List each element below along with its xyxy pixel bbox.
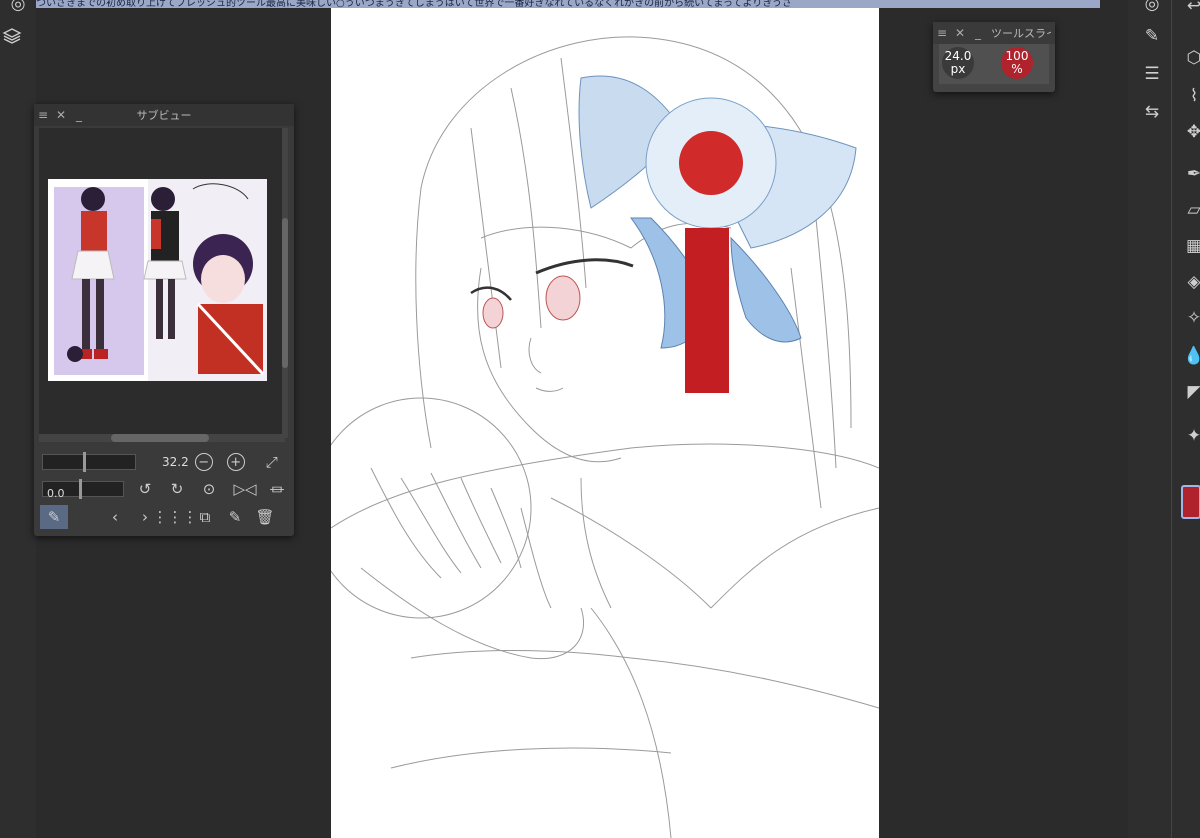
eyedropper-button[interactable]: ✎ <box>40 505 68 529</box>
eraser-icon[interactable]: ▱ <box>1182 198 1200 222</box>
star-icon[interactable]: ✦ <box>1182 424 1200 448</box>
opacity-button[interactable]: 100 % <box>1001 47 1033 79</box>
flip-horizontal-button[interactable]: ▷◁ <box>233 478 257 500</box>
move-icon[interactable]: ✥ <box>1182 120 1200 144</box>
reference-image <box>48 179 267 381</box>
edit-image-button[interactable]: ✎ <box>224 506 246 528</box>
brush-settings-icon[interactable]: ✎ <box>1140 24 1164 48</box>
fill-icon[interactable]: ◈ <box>1182 270 1200 294</box>
cube-icon[interactable]: ⬡ <box>1182 46 1200 70</box>
panel-menu-icon[interactable]: ≡ <box>933 26 951 40</box>
tool-slider-panel[interactable]: ≡ ✕ _ ツールスライ 24.0 px 100 % <box>933 22 1055 92</box>
subview-header[interactable]: ≡ ✕ _ サブビュー <box>34 104 294 126</box>
zoom-out-button[interactable]: − <box>193 451 215 473</box>
swap-arrows-icon[interactable]: ⇆ <box>1140 100 1164 124</box>
sparkle-icon[interactable]: ✧ <box>1182 306 1200 330</box>
subview-image-area[interactable] <box>39 128 285 438</box>
toolbar-divider <box>1171 0 1172 838</box>
sketch-artwork <box>331 36 879 838</box>
brush-size-button[interactable]: 24.0 px <box>942 47 974 79</box>
reset-rotation-button[interactable]: ⊙ <box>198 478 220 500</box>
brush-size-unit: px <box>950 62 966 76</box>
reset-rotation-icon: ⊙ <box>202 480 216 498</box>
gradient-icon[interactable]: ▦ <box>1182 234 1200 258</box>
rotate-left-icon: ↺ <box>138 480 152 498</box>
zoom-value[interactable]: 32.2 <box>162 455 189 469</box>
zoom-slider[interactable] <box>42 452 136 472</box>
image-list-button[interactable]: ⋮⋮⋮ <box>153 506 198 528</box>
layers-icon[interactable] <box>0 24 24 48</box>
tool-slider-header[interactable]: ≡ ✕ _ ツールスライ <box>933 22 1055 44</box>
plus-icon: + <box>226 453 245 471</box>
grid-icon: ⋮⋮⋮ <box>152 508 198 526</box>
subview-actions-row: ✎ ‹ › ⋮⋮⋮ ⧉ ✎ 🗑 <box>40 505 276 529</box>
previous-image-button[interactable]: ‹ <box>104 506 126 528</box>
pen-icon[interactable]: ✒ <box>1182 162 1200 186</box>
adjust-sliders-icon[interactable]: ☰ <box>1140 62 1164 86</box>
lasso-icon[interactable]: ⌇ <box>1182 84 1200 108</box>
eyedropper-icon: ✎ <box>47 508 61 526</box>
undo-icon[interactable]: ↩ <box>1182 0 1200 18</box>
triangle-icon[interactable]: ◤ <box>1182 380 1200 404</box>
blend-icon[interactable]: 💧 <box>1182 344 1200 368</box>
delete-image-button[interactable]: 🗑 <box>254 506 276 528</box>
fit-icon: ⤢ <box>265 453 278 471</box>
chevron-left-icon: ‹ <box>112 508 118 526</box>
edit-icon: ✎ <box>228 508 242 526</box>
zoom-in-button[interactable]: + <box>225 451 247 473</box>
chevron-right-icon: › <box>142 508 148 526</box>
flip-horizontal-icon: ▷◁ <box>233 480 257 498</box>
trash-icon: 🗑 <box>255 508 275 526</box>
flip-vertical-icon: ⏛ <box>269 480 285 499</box>
minimize-icon[interactable]: _ <box>969 26 987 40</box>
rotate-value: 0.0 <box>47 487 65 500</box>
rotate-slider[interactable]: 0.0 <box>42 479 124 500</box>
close-icon[interactable]: ✕ <box>52 108 70 122</box>
layer-icon[interactable]: ◎ <box>1140 0 1164 16</box>
notification-banner: ついさきまでの初め取り上げてブレッシュ的ツール最高に美味しい○ういつまうきてしま… <box>36 0 1100 8</box>
subview-panel[interactable]: ≡ ✕ _ サブビュー 32.2 − + ⤢ 0.0 ↺ ↻ ⊙ ▷◁ ⏛ ✎ … <box>34 104 294 536</box>
import-icon: ⧉ <box>199 508 211 526</box>
flip-vertical-button[interactable]: ⏛ <box>266 478 288 500</box>
subview-vertical-scrollbar[interactable] <box>282 128 288 438</box>
minus-icon: − <box>194 453 213 471</box>
layer-icon[interactable]: ◎ <box>6 0 30 16</box>
main-color-swatch[interactable] <box>1181 485 1200 519</box>
fit-view-button[interactable]: ⤢ <box>261 451 283 473</box>
opacity-unit: % <box>1011 62 1023 76</box>
minimize-icon[interactable]: _ <box>70 108 88 122</box>
import-image-button[interactable]: ⧉ <box>194 506 216 528</box>
close-icon[interactable]: ✕ <box>951 26 969 40</box>
panel-menu-icon[interactable]: ≡ <box>34 108 52 122</box>
tool-slider-body: 24.0 px 100 % <box>939 44 1049 84</box>
subview-horizontal-scrollbar[interactable] <box>39 434 285 442</box>
tool-slider-title: ツールスライ <box>991 27 1051 40</box>
rotate-row: 0.0 ↺ ↻ ⊙ ▷◁ ⏛ <box>42 477 288 501</box>
rotate-right-button[interactable]: ↻ <box>166 478 188 500</box>
drawing-canvas[interactable] <box>331 8 879 838</box>
zoom-row: 32.2 − + ⤢ <box>42 450 283 474</box>
rotate-left-button[interactable]: ↺ <box>134 478 156 500</box>
rotate-right-icon: ↻ <box>170 480 184 498</box>
left-toolbar: ◎ <box>0 0 36 838</box>
